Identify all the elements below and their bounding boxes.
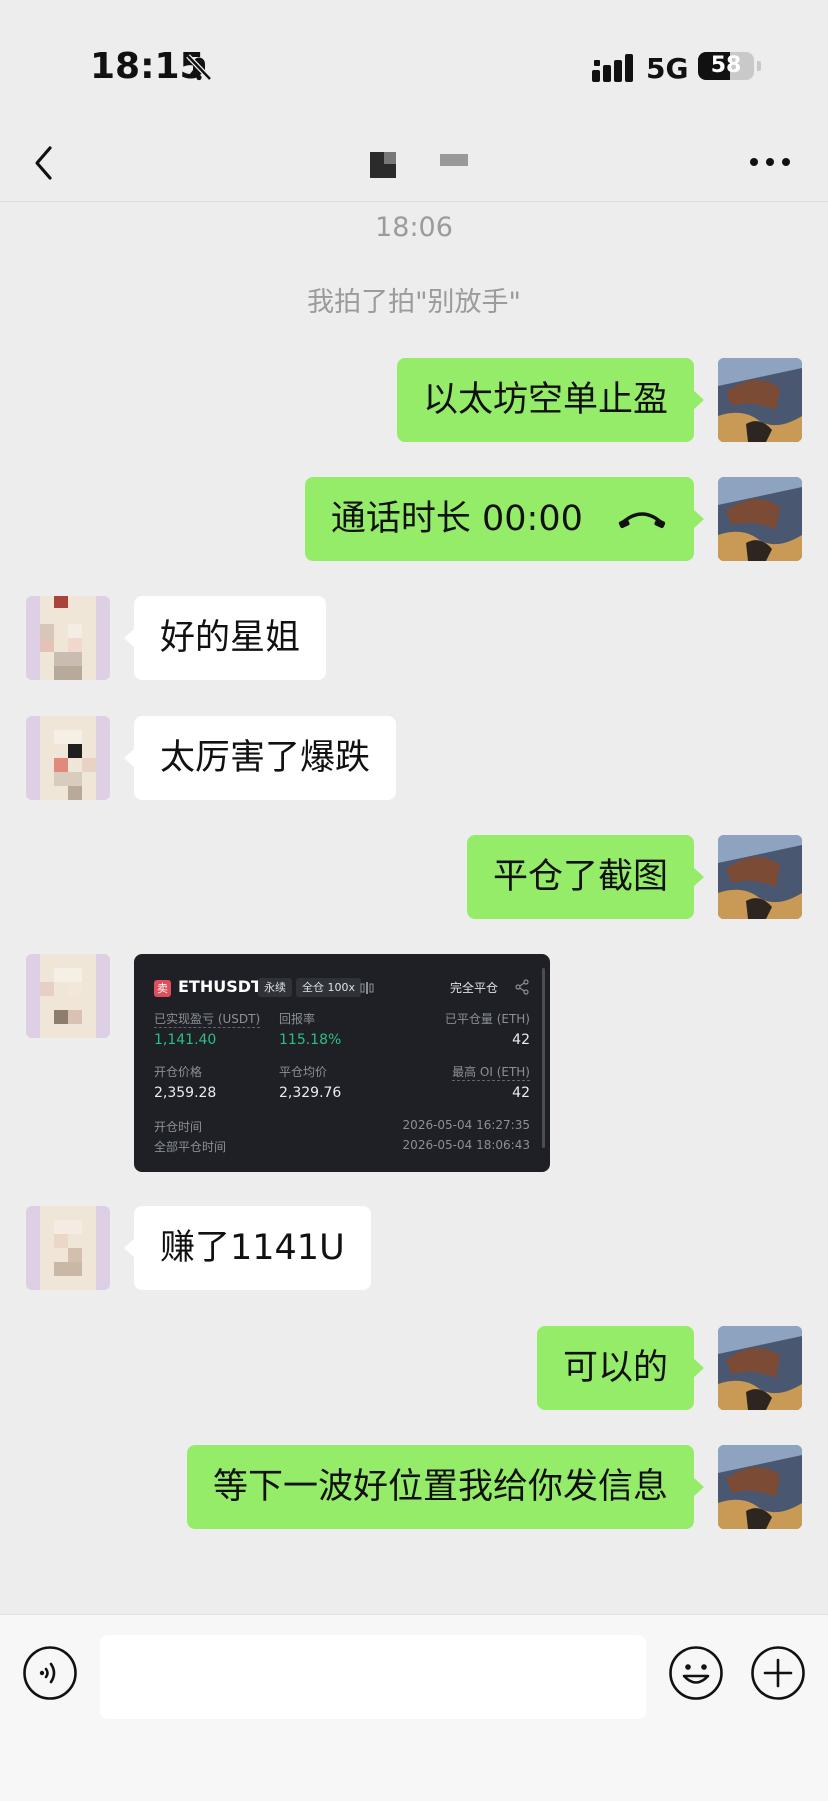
message-text: 可以的 — [562, 1348, 668, 1388]
message-bubble-outgoing[interactable]: 以太坊空单止盈 — [396, 358, 705, 442]
realized-pnl-label: 已实现盈亏 (USDT) — [154, 1012, 261, 1028]
my-avatar[interactable] — [718, 477, 802, 561]
message-text: 赚了1141U — [160, 1228, 345, 1268]
message-text: 通话时长 00:00 — [330, 499, 583, 539]
max-oi-value: 42 — [512, 1085, 530, 1101]
close-type-label: 完全平仓 — [450, 981, 499, 995]
message-bubble-incoming[interactable]: 太厉害了爆跌 — [123, 716, 397, 800]
closed-qty-value: 42 — [512, 1032, 530, 1048]
max-oi-label: 最高 OI (ETH) — [452, 1065, 530, 1081]
my-avatar[interactable] — [718, 358, 802, 442]
plus-icon — [751, 1646, 805, 1700]
emoji-icon — [669, 1646, 723, 1700]
voice-icon — [23, 1646, 77, 1700]
realized-pnl-value: 1,141.40 — [154, 1032, 217, 1048]
chat-area[interactable]: 18:06 我拍了拍"别放手" 以太坊空单止盈 通话时长 00:00 好的星姐 … — [0, 202, 828, 1614]
signal-icon — [592, 54, 633, 82]
message-bubble-outgoing[interactable]: 平仓了截图 — [466, 835, 705, 919]
message-text: 太厉害了爆跌 — [160, 738, 371, 778]
contact-avatar[interactable] — [26, 716, 110, 800]
message-input[interactable] — [100, 1635, 646, 1719]
contact-avatar[interactable] — [26, 1206, 110, 1290]
plus-button[interactable] — [750, 1645, 806, 1701]
voice-button[interactable] — [22, 1645, 78, 1701]
card-scrollbar — [542, 968, 545, 1148]
call-record-bubble[interactable]: 通话时长 00:00 — [304, 477, 705, 561]
my-avatar[interactable] — [718, 1445, 802, 1529]
contact-avatar[interactable] — [26, 596, 110, 680]
message-text: 等下一波好位置我给你发信息 — [212, 1467, 668, 1507]
nav-bar — [0, 130, 828, 202]
battery-icon: 58 — [698, 52, 754, 80]
open-time-value: 2026-05-04 16:27:35 — [402, 1118, 530, 1132]
chat-title-mosaic — [370, 152, 468, 178]
sell-badge: 卖 — [154, 980, 171, 997]
message-bubble-incoming[interactable]: 赚了1141U — [124, 1206, 371, 1290]
roi-label: 回报率 — [279, 1012, 316, 1026]
contact-avatar[interactable] — [26, 954, 110, 1038]
close-time-value: 2026-05-04 18:06:43 — [402, 1138, 530, 1152]
back-chevron-icon — [35, 146, 52, 180]
more-button[interactable] — [744, 136, 796, 186]
tag-margin: 全仓 100x — [296, 978, 362, 997]
trade-symbol: ETHUSDT — [178, 977, 262, 996]
open-price-value: 2,359.28 — [154, 1085, 217, 1101]
back-button[interactable] — [28, 136, 78, 190]
system-message: 我拍了拍"别放手" — [307, 287, 521, 318]
network-label: 5G — [646, 52, 689, 85]
phone-hangup-icon — [618, 512, 666, 529]
message-text: 平仓了截图 — [492, 857, 668, 897]
tag-perpetual: 永续 — [258, 978, 292, 997]
status-bar: 18:15 5G 58 — [0, 0, 828, 130]
message-text: 以太坊空单止盈 — [422, 380, 668, 420]
time-separator: 18:06 — [375, 212, 453, 243]
my-avatar[interactable] — [718, 1326, 802, 1410]
open-price-label: 开仓价格 — [154, 1065, 203, 1079]
bars-icon — [360, 982, 374, 994]
message-bubble-outgoing[interactable]: 等下一波好位置我给你发信息 — [186, 1445, 705, 1529]
message-bubble-outgoing[interactable]: 可以的 — [536, 1326, 705, 1410]
close-avg-value: 2,329.76 — [279, 1085, 342, 1101]
battery-percent: 58 — [710, 53, 742, 78]
share-icon — [515, 979, 529, 995]
input-bar — [0, 1614, 828, 1801]
close-time-label: 全部平仓时间 — [154, 1140, 227, 1154]
message-text: 好的星姐 — [160, 618, 301, 658]
trade-screenshot-image[interactable]: 卖 ETHUSDT 永续 全仓 100x 完全平仓 已实现盈亏 (USDT) 1… — [134, 954, 550, 1172]
bell-off-icon — [186, 54, 212, 81]
battery-tip — [757, 61, 761, 71]
emoji-button[interactable] — [668, 1645, 724, 1701]
closed-qty-label: 已平仓量 (ETH) — [444, 1012, 530, 1026]
more-dots-icon — [750, 158, 790, 166]
my-avatar[interactable] — [718, 835, 802, 919]
message-bubble-incoming[interactable]: 好的星姐 — [123, 596, 327, 680]
close-avg-label: 平仓均价 — [279, 1065, 328, 1079]
roi-value: 115.18% — [279, 1032, 342, 1048]
open-time-label: 开仓时间 — [154, 1120, 203, 1134]
